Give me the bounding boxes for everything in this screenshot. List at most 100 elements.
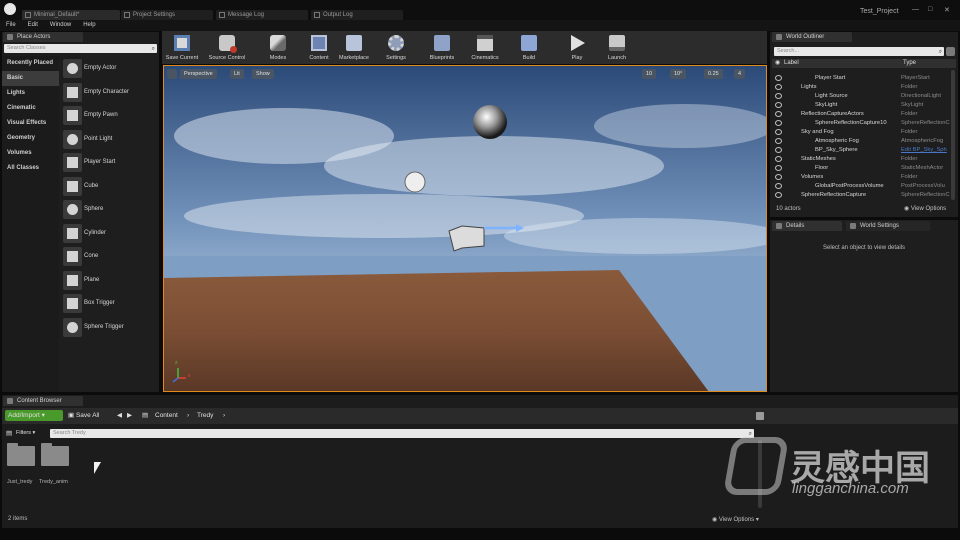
level-viewport[interactable]: Perspective Lit Show 10 10° 0.25 4 x z bbox=[163, 65, 767, 392]
content-button[interactable]: Content bbox=[302, 33, 336, 62]
sources-toggle-icon[interactable]: ▤ bbox=[6, 428, 12, 439]
folder-tree-icon[interactable]: ▤ bbox=[142, 410, 148, 421]
history-forward-button[interactable]: ▶ bbox=[127, 410, 132, 421]
perspective-button[interactable]: Perspective bbox=[180, 69, 217, 79]
outliner-row[interactable]: GlobalPostProcessVolume PostProcessVolu bbox=[773, 182, 956, 191]
play-button[interactable]: Play bbox=[562, 33, 592, 62]
outliner-row[interactable]: ReflectionCaptureActors Folder bbox=[773, 110, 956, 119]
maximize-button[interactable]: □ bbox=[928, 6, 932, 13]
filters-button[interactable]: Filters ▾ bbox=[16, 428, 35, 439]
actor-item-point-light[interactable]: Point Light bbox=[60, 128, 158, 151]
breadcrumb-tredy[interactable]: Tredy bbox=[197, 410, 213, 421]
actor-item-cone[interactable]: Cone bbox=[60, 245, 158, 268]
actor-item-cube[interactable]: Cube bbox=[60, 175, 158, 198]
actor-item-plane[interactable]: Plane bbox=[60, 269, 158, 292]
visibility-eye-icon[interactable] bbox=[775, 156, 782, 162]
menu-file[interactable]: File bbox=[6, 22, 16, 28]
visibility-eye-icon[interactable] bbox=[775, 129, 782, 135]
visibility-eye-icon[interactable] bbox=[775, 165, 782, 171]
tab-details[interactable]: Details bbox=[772, 221, 842, 231]
outliner-row[interactable]: SphereReflectionCapture SphereReflectionC bbox=[773, 191, 956, 200]
actor-item-empty-actor[interactable]: Empty Actor bbox=[60, 57, 158, 80]
lit-button[interactable]: Lit bbox=[230, 69, 244, 79]
outliner-row[interactable]: BP_Sky_Sphere Edit BP_Sky_Sph bbox=[773, 146, 956, 155]
build-button[interactable]: Build bbox=[514, 33, 544, 62]
sky-light-icon[interactable] bbox=[404, 171, 426, 193]
folder-tredy-anim[interactable] bbox=[41, 443, 69, 466]
outliner-row[interactable]: Floor StaticMeshActor bbox=[773, 164, 956, 173]
visibility-eye-icon[interactable] bbox=[775, 75, 782, 81]
launch-button[interactable]: Launch bbox=[602, 33, 632, 62]
outliner-row[interactable]: StaticMeshes Folder bbox=[773, 155, 956, 164]
actor-item-cylinder[interactable]: Cylinder bbox=[60, 222, 158, 245]
tab-place-actors[interactable]: Place Actors bbox=[3, 32, 83, 42]
category-all-classes[interactable]: All Classes bbox=[2, 161, 59, 176]
outliner-row[interactable]: Player Start PlayerStart bbox=[773, 74, 956, 83]
outliner-row[interactable]: SphereReflectionCapture10 SphereReflectio… bbox=[773, 119, 956, 128]
tab-level[interactable]: Minimal_Default* bbox=[22, 10, 120, 20]
history-back-button[interactable]: ◀ bbox=[117, 410, 122, 421]
reflection-capture-sphere[interactable] bbox=[473, 105, 507, 139]
rotation-snap-button[interactable]: 10° bbox=[670, 69, 687, 79]
menu-edit[interactable]: Edit bbox=[28, 22, 38, 28]
actor-item-empty-character[interactable]: Empty Character bbox=[60, 81, 158, 104]
outliner-row[interactable]: Light Source DirectionalLight bbox=[773, 92, 956, 101]
content-view-options-button[interactable]: ◉ View Options ▾ bbox=[712, 516, 759, 523]
blueprints-button[interactable]: Blueprints bbox=[424, 33, 460, 62]
actor-item-player-start[interactable]: Player Start bbox=[60, 151, 158, 174]
outliner-row[interactable]: Sky and Fog Folder bbox=[773, 128, 956, 137]
visibility-eye-icon[interactable] bbox=[775, 174, 782, 180]
modes-button[interactable]: Modes bbox=[260, 33, 296, 62]
visibility-eye-icon[interactable] bbox=[775, 102, 782, 108]
outliner-view-options-button[interactable]: ◉ View Options bbox=[904, 205, 946, 212]
category-basic[interactable]: Basic bbox=[2, 71, 59, 86]
minimize-button[interactable]: — bbox=[912, 6, 919, 13]
search-classes-input[interactable]: Search Classes ⌕ bbox=[4, 44, 157, 53]
category-geometry[interactable]: Geometry bbox=[2, 131, 59, 146]
visibility-eye-icon[interactable] bbox=[775, 93, 782, 99]
column-type[interactable]: Type bbox=[903, 59, 916, 68]
category-cinematic[interactable]: Cinematic bbox=[2, 101, 59, 116]
category-lights[interactable]: Lights bbox=[2, 86, 59, 101]
outliner-search-input[interactable]: Search... ⌕ bbox=[774, 47, 944, 56]
tab-message-log[interactable]: Message Log bbox=[216, 10, 308, 20]
menu-help[interactable]: Help bbox=[83, 22, 95, 28]
settings-button[interactable]: Settings bbox=[380, 33, 412, 62]
tab-content-browser[interactable]: Content Browser bbox=[3, 396, 83, 406]
folder-just-tredy[interactable] bbox=[7, 443, 35, 466]
outliner-row[interactable]: Atmospheric Fog AtmosphericFog bbox=[773, 137, 956, 146]
outliner-row-type[interactable]: Edit BP_Sky_Sph bbox=[901, 146, 953, 155]
category-recently-placed[interactable]: Recently Placed bbox=[2, 56, 59, 71]
grid-snap-button[interactable]: 10 bbox=[642, 69, 657, 79]
scale-snap-button[interactable]: 0.25 bbox=[704, 69, 723, 79]
save-current-button[interactable]: Save Current bbox=[164, 33, 200, 62]
visibility-eye-icon[interactable] bbox=[775, 183, 782, 189]
cinematics-button[interactable]: Cinematics bbox=[466, 33, 504, 62]
camera-speed-button[interactable]: 4 bbox=[734, 69, 746, 79]
visibility-eye-icon[interactable] bbox=[775, 120, 782, 126]
actor-item-sphere-trigger[interactable]: Sphere Trigger bbox=[60, 316, 158, 339]
viewport-options-button[interactable] bbox=[167, 69, 177, 79]
outliner-row[interactable]: Volumes Folder bbox=[773, 173, 956, 182]
tab-output-log[interactable]: Output Log bbox=[311, 10, 403, 20]
outliner-row[interactable]: SkyLight SkyLight bbox=[773, 101, 956, 110]
outliner-scrollbar[interactable] bbox=[951, 70, 955, 200]
tab-project-settings[interactable]: Project Settings bbox=[121, 10, 213, 20]
visibility-eye-icon[interactable] bbox=[775, 111, 782, 117]
tab-world-settings[interactable]: World Settings bbox=[846, 221, 930, 231]
source-control-button[interactable]: Source Control bbox=[204, 33, 250, 62]
outliner-row[interactable]: Lights Folder bbox=[773, 83, 956, 92]
save-all-button[interactable]: ▣ Save All bbox=[68, 410, 99, 421]
visibility-eye-icon[interactable] bbox=[775, 84, 782, 90]
actor-item-empty-pawn[interactable]: Empty Pawn bbox=[60, 104, 158, 127]
visibility-eye-icon[interactable] bbox=[775, 192, 782, 198]
actor-item-box-trigger[interactable]: Box Trigger bbox=[60, 292, 158, 315]
tab-world-outliner[interactable]: World Outliner bbox=[772, 32, 852, 42]
outliner-settings-icon[interactable] bbox=[946, 47, 955, 56]
visibility-eye-icon[interactable] bbox=[775, 138, 782, 144]
lock-icon[interactable] bbox=[756, 412, 764, 420]
category-volumes[interactable]: Volumes bbox=[2, 146, 59, 161]
category-visual-effects[interactable]: Visual Effects bbox=[2, 116, 59, 131]
visibility-eye-icon[interactable] bbox=[775, 147, 782, 153]
column-label[interactable]: Label bbox=[784, 59, 799, 68]
